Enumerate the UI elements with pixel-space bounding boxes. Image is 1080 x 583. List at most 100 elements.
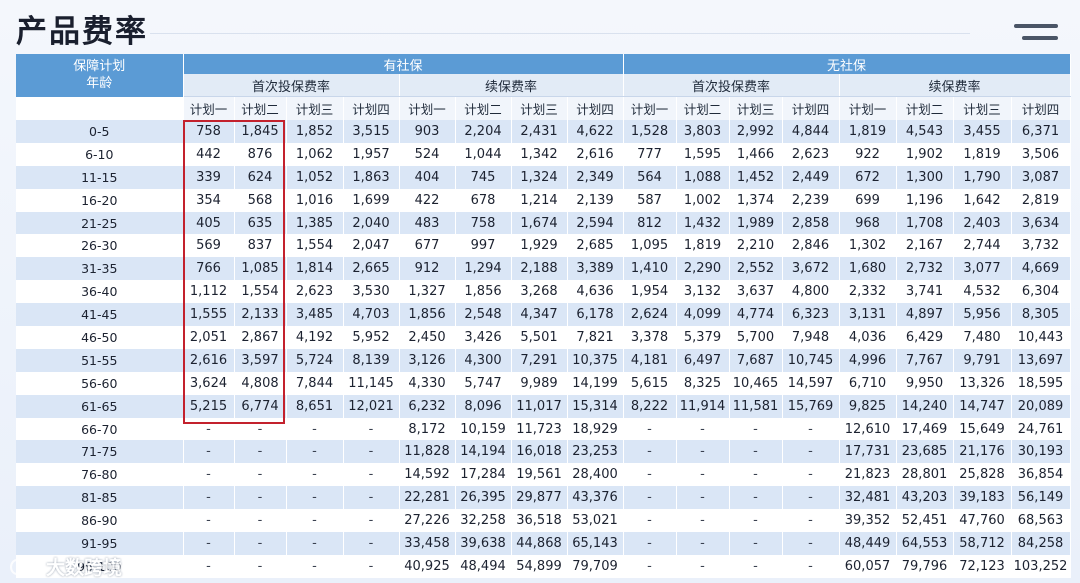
rate-cell: 524 — [399, 142, 456, 166]
plan-header: 计划二 — [676, 96, 730, 120]
plan-header: 计划一 — [399, 96, 456, 120]
rate-cell: 3,268 — [511, 280, 568, 304]
rate-cell: 20,089 — [1011, 394, 1071, 418]
rate-cell: 1,699 — [343, 188, 400, 212]
title-divider — [150, 33, 970, 34]
rate-cell: 4,543 — [896, 120, 954, 143]
rate-cell: 7,767 — [896, 348, 954, 372]
rate-cell: 4,036 — [839, 326, 897, 349]
rate-cell: 777 — [623, 142, 677, 166]
rate-cell: 2,552 — [729, 257, 783, 281]
plan-header: 计划三 — [511, 96, 568, 120]
table-row: 0-5 758 1,845 1,852 3,515 903 2,204 2,431 4,622 1… — [16, 120, 1071, 143]
table-row: 51-55 2,616 3,597 5,724 8,139 3,126 4,300 7,291… — [16, 348, 1071, 372]
rate-cell: 4,099 — [676, 303, 730, 327]
row-label-header: 保障计划 年龄 — [16, 54, 184, 97]
table-row: 76-80- - - -14,592 17,284 19,561 28,400- - - -21,… — [16, 463, 1071, 487]
rate-cell: 812 — [623, 211, 677, 235]
rate-cell: 1,300 — [896, 165, 954, 189]
rate-cell: 2,167 — [896, 234, 954, 258]
watermark-logo-icon — [10, 555, 40, 577]
rate-cell: 5,952 — [343, 326, 400, 349]
age-cell: 61-65 — [16, 394, 184, 418]
age-cell: 66-70 — [16, 417, 184, 441]
rate-cell: 10,159 — [455, 417, 512, 441]
rate-cell: - — [183, 417, 235, 441]
rate-cell: - — [286, 463, 344, 487]
rate-cell: 1,088 — [676, 165, 730, 189]
rate-cell: 11,581 — [729, 394, 783, 418]
rate-cell: 8,096 — [455, 394, 512, 418]
rate-cell: - — [729, 417, 783, 441]
rate-cell: 2,431 — [511, 120, 568, 143]
menu-icon[interactable] — [1014, 24, 1058, 44]
rate-cell: 43,203 — [896, 486, 954, 510]
rate-cell: 7,844 — [286, 371, 344, 395]
age-cell: 0-5 — [16, 120, 184, 143]
age-cell: 91-95 — [16, 532, 184, 555]
rate-cell: 64,553 — [896, 532, 954, 555]
rate-cell: 1,819 — [839, 120, 897, 143]
rate-cell: - — [343, 486, 400, 510]
rate-cell: - — [729, 486, 783, 510]
rate-cell: 14,597 — [782, 371, 840, 395]
rate-cell: 2,051 — [183, 326, 235, 349]
rate-cell: - — [234, 554, 287, 578]
rate-cell: - — [234, 463, 287, 487]
rate-cell: 10,375 — [567, 348, 624, 372]
table-row: 96-100- - - -40,925 48,494 54,899 79,709- - - -60… — [16, 554, 1071, 578]
rate-cell: 1,044 — [455, 142, 512, 166]
rate-cell: - — [676, 509, 730, 533]
rate-cell: 15,649 — [953, 417, 1012, 441]
rate-cell: - — [286, 532, 344, 555]
rate-cell: 3,132 — [676, 280, 730, 304]
plan-header: 计划二 — [234, 96, 287, 120]
rate-cell: 12,021 — [343, 394, 400, 418]
rate-cell: 11,914 — [676, 394, 730, 418]
rate-cell: 758 — [183, 120, 235, 143]
table-row: 11-15 339 624 1,052 1,863 404 745 1,324 2,349 564… — [16, 165, 1071, 189]
rate-cell: 10,443 — [1011, 326, 1071, 349]
rate-cell: 2,133 — [234, 303, 287, 327]
rate-cell: 14,240 — [896, 394, 954, 418]
table-row: 41-45 1,555 2,133 3,485 4,703 1,856 2,548 4,347… — [16, 303, 1071, 327]
rate-cell: 39,638 — [455, 532, 512, 555]
rate-cell: - — [183, 509, 235, 533]
rate-cell: 56,149 — [1011, 486, 1071, 510]
rate-cell: 5,379 — [676, 326, 730, 349]
table-row: 81-85- - - -22,281 26,395 29,877 43,376- - - -32,… — [16, 486, 1071, 510]
rate-cell: 568 — [234, 188, 287, 212]
rate-cell: 405 — [183, 211, 235, 235]
rate-cell: 5,724 — [286, 348, 344, 372]
rate-cell: 2,040 — [343, 211, 400, 235]
rate-cell: 11,145 — [343, 371, 400, 395]
rate-cell: 3,637 — [729, 280, 783, 304]
rate-cell: 2,210 — [729, 234, 783, 258]
rate-cell: - — [343, 554, 400, 578]
rate-cell: 14,747 — [953, 394, 1012, 418]
rate-cell: 54,899 — [511, 554, 568, 578]
rate-cell: - — [782, 440, 840, 464]
rate-cell: 2,403 — [953, 211, 1012, 235]
subgroup-header: 首次投保费率 — [623, 74, 840, 97]
rate-cell: 1,052 — [286, 165, 344, 189]
rate-cell: 14,199 — [567, 371, 624, 395]
rate-cell: 5,615 — [623, 371, 677, 395]
rate-cell: 1,385 — [286, 211, 344, 235]
rate-cell: - — [782, 532, 840, 555]
rate-cell: 2,623 — [782, 142, 840, 166]
rate-cell: 15,769 — [782, 394, 840, 418]
rate-cell: 2,665 — [343, 257, 400, 281]
rate-cell: - — [729, 554, 783, 578]
rate-cell: 3,634 — [1011, 211, 1071, 235]
rate-cell: 1,410 — [623, 257, 677, 281]
rate-cell: 25,828 — [953, 463, 1012, 487]
rate-cell: 3,741 — [896, 280, 954, 304]
rate-cell: 1,324 — [511, 165, 568, 189]
rate-cell: 14,592 — [399, 463, 456, 487]
rate-cell: - — [729, 463, 783, 487]
table-row: 46-50 2,051 2,867 4,192 5,952 2,450 3,426 5,501… — [16, 326, 1071, 349]
rate-cell: 422 — [399, 188, 456, 212]
rate-cell: 5,700 — [729, 326, 783, 349]
rate-cell: 2,623 — [286, 280, 344, 304]
